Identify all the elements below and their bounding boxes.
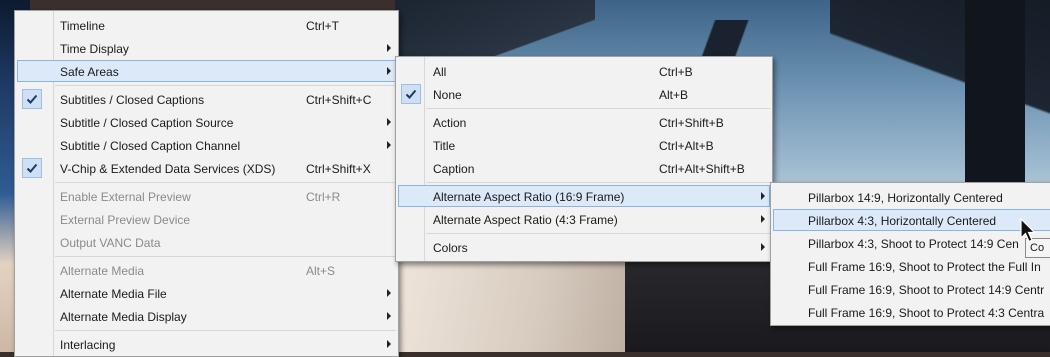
menu-item-shortcut: Ctrl+Alt+Shift+B [659,162,745,176]
menu-item-label: Subtitle / Closed Caption Channel [60,139,241,153]
menu-item-alternate-media[interactable]: Alternate Media Alt+S [17,259,396,281]
menu-separator [426,108,770,109]
menu-item-pillarbox-4-3-protect-14-9[interactable]: Pillarbox 4:3, Shoot to Protect 14:9 Cen [773,232,1050,254]
menu-item-safe-areas[interactable]: Safe Areas [17,60,396,82]
menu-item-time-display[interactable]: Time Display [17,37,396,59]
menu-item-label: Title [433,139,456,153]
menu-item-action[interactable]: Action Ctrl+Shift+B [398,111,770,133]
checkmark-icon [22,158,42,178]
menu-item-label: Full Frame 16:9, Shoot to Protect the Fu… [808,260,1041,274]
menu-item-label: Alternate Aspect Ratio (16:9 Frame) [433,190,625,204]
menu-item-all[interactable]: All Ctrl+B [398,60,770,82]
submenu-arrow-icon [387,118,391,126]
menu-item-caption[interactable]: Caption Ctrl+Alt+Shift+B [398,157,770,179]
menu-item-timeline[interactable]: Timeline Ctrl+T [17,14,396,36]
safe-areas-submenu: All Ctrl+B None Alt+B Action Ctrl+Shift+… [395,56,773,262]
menu-item-label: Timeline [60,19,105,33]
submenu-arrow-icon [387,289,391,297]
menu-item-external-preview-device[interactable]: External Preview Device [17,208,396,230]
submenu-arrow-icon [761,243,765,251]
menu-item-vchip-xds[interactable]: V-Chip & Extended Data Services (XDS) Ct… [17,157,396,179]
menu-item-label: Interlacing [60,338,116,352]
menu-item-colors[interactable]: Colors [398,236,770,258]
menu-separator [55,182,396,183]
checkmark-icon [22,89,42,109]
menu-item-full-frame-protect-full[interactable]: Full Frame 16:9, Shoot to Protect the Fu… [773,255,1050,277]
menu-item-caption-source[interactable]: Subtitle / Closed Caption Source [17,111,396,133]
menu-item-label: Alternate Media [60,264,145,278]
menu-item-title[interactable]: Title Ctrl+Alt+B [398,134,770,156]
menu-item-label: Enable External Preview [60,190,191,204]
view-context-menu: Timeline Ctrl+T Time Display Safe Areas … [14,10,399,357]
menu-item-label: External Preview Device [60,213,191,227]
menu-item-shortcut: Ctrl+Shift+B [659,116,724,130]
menu-item-shortcut: Ctrl+Alt+B [659,139,714,153]
menu-item-pillarbox-14-9-centered[interactable]: Pillarbox 14:9, Horizontally Centered [773,186,1050,208]
mouse-cursor-icon [1020,218,1036,243]
menu-item-label: None [433,88,462,102]
menu-item-label: Pillarbox 14:9, Horizontally Centered [808,191,1003,205]
aspect-ratio-submenu: Pillarbox 14:9, Horizontally Centered Pi… [770,182,1050,326]
menu-item-label: Time Display [60,42,129,56]
menu-item-shortcut: Ctrl+R [306,190,341,204]
menu-item-label: Colors [433,241,468,255]
submenu-arrow-icon [387,141,391,149]
menu-item-subtitles-closed-captions[interactable]: Subtitles / Closed Captions Ctrl+Shift+C [17,88,396,110]
menu-item-shortcut: Ctrl+B [659,65,693,79]
menu-item-none[interactable]: None Alt+B [398,83,770,105]
menu-item-label: Full Frame 16:9, Shoot to Protect 4:3 Ce… [808,306,1045,320]
menu-item-aspect-16-9[interactable]: Alternate Aspect Ratio (16:9 Frame) [398,185,770,207]
menu-item-full-frame-protect-4-3[interactable]: Full Frame 16:9, Shoot to Protect 4:3 Ce… [773,301,1050,323]
menu-item-full-frame-protect-14-9[interactable]: Full Frame 16:9, Shoot to Protect 14:9 C… [773,278,1050,300]
checkmark-icon [401,84,421,104]
menu-separator [426,182,770,183]
menu-item-shortcut: Alt+B [659,88,689,102]
menu-item-output-vanc-data[interactable]: Output VANC Data [17,231,396,253]
menu-item-label: Full Frame 16:9, Shoot to Protect 14:9 C… [808,283,1045,297]
submenu-arrow-icon [387,44,391,52]
menu-item-caption-channel[interactable]: Subtitle / Closed Caption Channel [17,134,396,156]
menu-item-label: Pillarbox 4:3, Horizontally Centered [808,214,997,228]
submenu-arrow-icon [761,215,765,223]
menu-item-enable-external-preview[interactable]: Enable External Preview Ctrl+R [17,185,396,207]
menu-item-label: Alternate Media File [60,287,167,301]
submenu-arrow-icon [761,192,765,200]
menu-item-aspect-4-3[interactable]: Alternate Aspect Ratio (4:3 Frame) [398,208,770,230]
menu-item-pillarbox-4-3-centered[interactable]: Pillarbox 4:3, Horizontally Centered [773,209,1050,231]
menu-item-shortcut: Ctrl+Shift+C [306,93,372,107]
menu-item-label: All [433,65,447,79]
menu-item-shortcut: Ctrl+Shift+X [306,162,371,176]
menu-separator [426,233,770,234]
menu-item-label: Caption [433,162,475,176]
menu-item-alternate-media-display[interactable]: Alternate Media Display [17,305,396,327]
submenu-arrow-icon [387,67,391,75]
menu-item-label: Alternate Media Display [60,310,187,324]
menu-item-label: Pillarbox 4:3, Shoot to Protect 14:9 Cen [808,237,1019,251]
menu-item-label: Output VANC Data [60,236,161,250]
submenu-arrow-icon [387,340,391,348]
menu-item-label: Subtitles / Closed Captions [60,93,205,107]
submenu-arrow-icon [387,312,391,320]
menu-item-alternate-media-file[interactable]: Alternate Media File [17,282,396,304]
menu-item-label: Alternate Aspect Ratio (4:3 Frame) [433,213,618,227]
menu-separator [55,330,396,331]
menu-separator [55,85,396,86]
menu-item-label: Safe Areas [60,65,119,79]
menu-item-label: Action [433,116,467,130]
menu-item-shortcut: Ctrl+T [306,19,339,33]
menu-item-shortcut: Alt+S [306,264,336,278]
menu-separator [55,256,396,257]
menu-item-label: V-Chip & Extended Data Services (XDS) [60,162,276,176]
menu-item-label: Subtitle / Closed Caption Source [60,116,234,130]
